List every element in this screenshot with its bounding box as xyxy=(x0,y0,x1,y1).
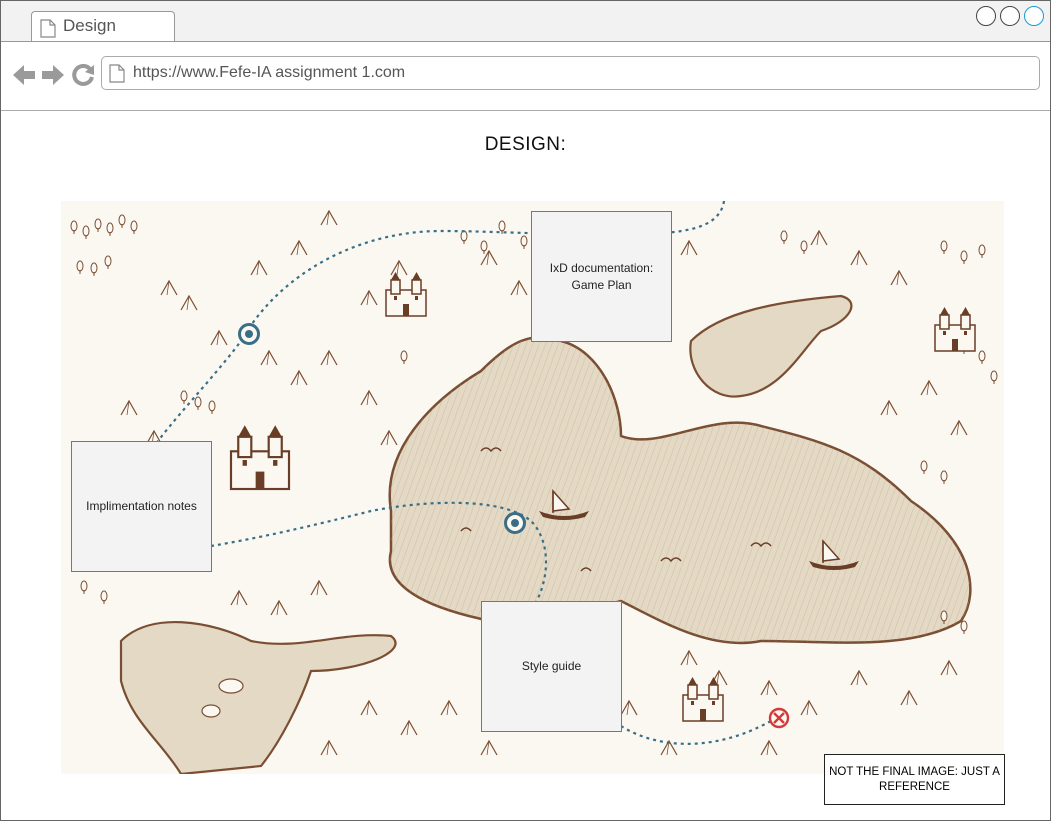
ixd-documentation-box[interactable]: IxD documentation: Game Plan xyxy=(531,211,672,342)
minimize-button[interactable] xyxy=(976,6,996,26)
url-text: https://www.Fefe-IA assignment 1.com xyxy=(133,64,406,81)
page-icon xyxy=(109,64,125,83)
document-icon xyxy=(40,19,56,38)
page-title: DESIGN: xyxy=(484,134,567,155)
implementation-notes-box[interactable]: Implimentation notes xyxy=(71,441,212,572)
forward-arrow-icon[interactable] xyxy=(41,64,65,86)
close-button[interactable] xyxy=(1024,6,1044,26)
tab-design[interactable]: Design xyxy=(31,11,175,41)
waypoint-marker-icon xyxy=(504,512,526,534)
reference-disclaimer-note: NOT THE FINAL IMAGE: JUST A REFERENCE xyxy=(824,754,1005,805)
browser-toolbar: https://www.Fefe-IA assignment 1.com xyxy=(1,42,1050,111)
waypoint-marker-icon xyxy=(238,323,260,345)
browser-window: Design https://www.Fefe-IA assignment 1.… xyxy=(0,0,1051,821)
maximize-button[interactable] xyxy=(1000,6,1020,26)
tab-label: Design xyxy=(63,16,116,35)
destination-x-icon xyxy=(768,707,790,729)
tab-strip: Design xyxy=(1,1,1050,42)
style-guide-box[interactable]: Style guide xyxy=(481,601,622,732)
address-bar[interactable]: https://www.Fefe-IA assignment 1.com xyxy=(101,56,1040,90)
back-arrow-icon[interactable] xyxy=(12,64,36,86)
reload-icon[interactable] xyxy=(72,64,96,86)
